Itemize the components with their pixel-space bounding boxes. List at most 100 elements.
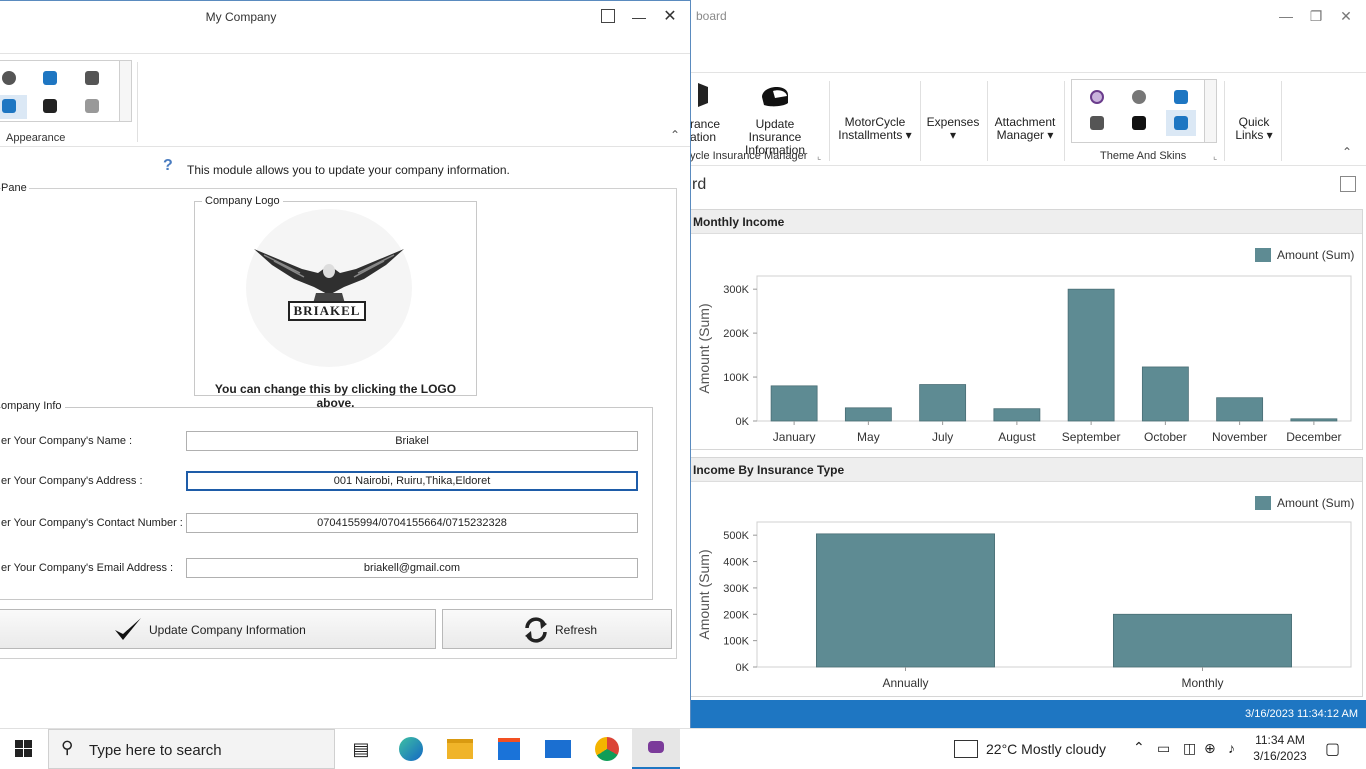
motorcycle-installments-button[interactable]: MotorCycle Installments ▾	[836, 116, 914, 142]
pin-icon[interactable]	[601, 9, 615, 23]
company-contact-input[interactable]: 0704155994/0704155664/0715232328	[186, 513, 638, 533]
ribbon-label: ▾	[949, 128, 957, 142]
bar	[1141, 366, 1189, 422]
info-text: This module allows you to update your co…	[187, 163, 510, 177]
skin-icon[interactable]	[85, 99, 99, 113]
appearance-group-label: Appearance	[6, 132, 66, 144]
panel-title: Monthly Income	[691, 210, 1362, 234]
theme-gallery[interactable]	[1071, 79, 1217, 143]
collapse-ribbon-icon[interactable]: ⌃	[1342, 145, 1352, 159]
quick-links-button[interactable]: Quick Links ▾	[1234, 116, 1274, 142]
skin-icon[interactable]	[1132, 116, 1146, 130]
minimize-icon[interactable]: —	[1272, 2, 1300, 30]
mail-icon[interactable]	[543, 734, 573, 764]
volume-icon[interactable]: ♪	[1228, 740, 1235, 756]
dashboard-title: board	[696, 9, 727, 23]
chevron-up-icon[interactable]: ⌃	[1133, 739, 1145, 756]
legend-label: Amount (Sum)	[1277, 496, 1354, 510]
gallery-scrollbar[interactable]	[1204, 80, 1216, 142]
info-group-label: ompany Info	[1, 400, 65, 412]
ribbon: rance ation Update Insurance Information…	[690, 72, 1366, 166]
skin-icon[interactable]	[43, 71, 57, 85]
restore-icon[interactable]: ❐	[1302, 2, 1330, 30]
x-tick-label: August	[998, 430, 1036, 444]
company-name-input[interactable]: Briakel	[186, 431, 638, 451]
skin-icon[interactable]	[85, 71, 99, 85]
insurance-group-label: ycle Insurance Manager	[690, 150, 808, 162]
company-address-input[interactable]: 001 Nairobi, Ruiru,Thika,Eldoret	[186, 471, 638, 491]
meet-icon[interactable]: ◫	[1183, 740, 1196, 757]
weather-text[interactable]: 22°C Mostly cloudy	[986, 741, 1106, 757]
store-icon[interactable]	[494, 734, 524, 764]
chrome-icon[interactable]	[592, 734, 622, 764]
close-icon[interactable]: ✕	[1332, 2, 1360, 30]
file-explorer-icon[interactable]	[445, 734, 475, 764]
skin-icon-selected[interactable]	[1174, 116, 1188, 130]
update-button-label: Update Company Information	[149, 623, 306, 637]
bar	[816, 533, 995, 668]
panel-title: Income By Insurance Type	[691, 458, 1362, 482]
ribbon-label: Installments ▾	[838, 128, 912, 142]
skin-icon[interactable]	[43, 99, 57, 113]
refresh-button[interactable]: Refresh	[442, 609, 672, 649]
windows-start-icon[interactable]	[15, 740, 33, 758]
export-icon[interactable]	[1340, 176, 1356, 192]
close-icon[interactable]: ✕	[656, 3, 684, 31]
globe-icon[interactable]: ⊕	[1204, 740, 1216, 757]
gallery-scrollbar[interactable]	[119, 61, 131, 121]
ribbon-label: Manager ▾	[996, 128, 1054, 142]
x-tick-label: November	[1212, 430, 1267, 444]
theme-group-label: Theme And Skins	[1100, 150, 1187, 162]
dialog-launcher-icon[interactable]: ⌞	[817, 151, 821, 162]
search-icon: ⚲	[61, 738, 74, 757]
update-company-button[interactable]: Update Company Information	[0, 609, 436, 649]
edge-icon[interactable]	[396, 734, 426, 764]
ribbon-insurance-partial-button[interactable]: rance ation	[690, 79, 720, 144]
helmet-icon	[762, 86, 788, 107]
x-tick-label: Monthly	[1181, 676, 1223, 690]
appearance-gallery[interactable]	[0, 60, 132, 122]
collapse-ribbon-icon[interactable]: ⌃	[670, 128, 680, 142]
bar	[1067, 288, 1115, 422]
y-tick-label: 0K	[736, 662, 750, 674]
taskbar: ⚲ Type here to search ▤ 22°C Mostly clou…	[0, 728, 1366, 769]
logo-group-label: Company Logo	[202, 195, 283, 207]
x-tick-label: September	[1062, 430, 1121, 444]
search-placeholder: Type here to search	[89, 742, 222, 759]
skin-icon[interactable]	[1090, 90, 1104, 104]
company-logo[interactable]: BRIAKEL	[246, 209, 412, 367]
skin-icon[interactable]	[1090, 116, 1104, 130]
skin-icon[interactable]	[2, 71, 16, 85]
y-tick-label: 100K	[723, 636, 749, 648]
checkmark-icon	[115, 618, 141, 640]
attachment-manager-button[interactable]: Attachment Manager ▾	[992, 116, 1058, 142]
clock[interactable]: 11:34 AM 3/16/2023	[1252, 732, 1308, 764]
notification-icon[interactable]: ▢	[1325, 739, 1340, 759]
y-tick-label: 300K	[723, 284, 749, 296]
refresh-button-label: Refresh	[555, 623, 598, 637]
task-view-icon[interactable]: ▤	[346, 734, 376, 764]
skin-icon[interactable]	[1132, 90, 1146, 104]
skin-icon-selected[interactable]	[2, 99, 16, 113]
motorcycle-app-icon	[648, 741, 664, 753]
ribbon-label: Update Insurance	[748, 117, 802, 144]
status-bar: 3/16/2023 11:34:12 AM	[690, 700, 1366, 728]
company-email-input[interactable]: briakell@gmail.com	[186, 558, 638, 578]
name-label: er Your Company's Name :	[1, 435, 133, 447]
window-title: My Company	[205, 10, 277, 24]
monthly-income-panel: Monthly Income Amount (Sum) 0K 100K 200K 300…	[690, 209, 1363, 450]
update-insurance-button[interactable]: Update Insurance Information	[728, 79, 822, 157]
bar	[770, 385, 818, 422]
x-tick-label: Annually	[882, 676, 928, 690]
page-title: rd	[692, 176, 707, 193]
expenses-button[interactable]: Expenses ▾	[926, 116, 980, 142]
skin-icon[interactable]	[1174, 90, 1188, 104]
app-taskbar-button[interactable]	[632, 729, 680, 769]
help-icon: ?	[163, 157, 173, 174]
appearance-ribbon: Appearance ⌃	[0, 53, 690, 147]
dialog-launcher-icon[interactable]: ⌞	[1213, 151, 1217, 162]
minimize-icon[interactable]: —	[625, 3, 653, 31]
y-tick-label: 400K	[723, 557, 749, 569]
taskbar-search[interactable]: ⚲ Type here to search	[48, 729, 335, 769]
battery-icon[interactable]: ▭	[1157, 740, 1170, 757]
